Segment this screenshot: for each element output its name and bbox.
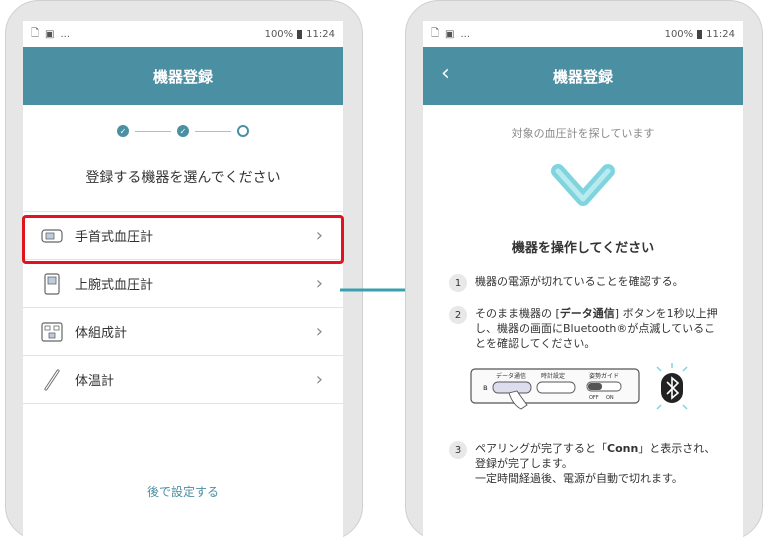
step-done-2: ✓: [177, 125, 189, 137]
device-item-thermometer[interactable]: 体温計 ›: [23, 355, 343, 404]
chevron-right-icon: ›: [315, 369, 323, 390]
step-number: 2: [449, 306, 467, 324]
bluetooth-small-icon: ʙ: [483, 383, 488, 392]
battery-percent: 100%: [664, 28, 694, 40]
left-phone-frame: 🗋 ▣ ... 100% 11:24 機器登録 ✓ ✓ 登録する機器を選んでくだ…: [5, 0, 363, 541]
select-heading: 登録する機器を選んでください: [85, 170, 281, 186]
back-arrow-icon[interactable]: ‹: [441, 61, 450, 86]
file-icon: 🗋: [431, 27, 440, 39]
right-screen: 🗋 ▣ ... 100% 11:24 ‹ 機器登録 対象の血圧計を探しています …: [423, 21, 743, 541]
device-label: 上腕式血圧計: [75, 278, 154, 293]
image-icon: ▣: [45, 28, 55, 40]
thermometer-icon: [41, 369, 63, 391]
battery-icon: [697, 29, 703, 39]
operate-heading: 機器を操作してください: [511, 241, 655, 256]
clock: 11:24: [306, 28, 335, 40]
app-logo-icon: [423, 159, 743, 213]
data-button-label: データ通信: [496, 372, 526, 380]
page-title: 機器登録: [152, 67, 213, 86]
step-number: 1: [449, 274, 467, 292]
set-later-link[interactable]: 後で設定する: [23, 483, 343, 500]
device-label: 体温計: [75, 374, 115, 389]
searching-text: 対象の血圧計を探しています: [511, 127, 655, 140]
step-text-a: そのまま機器の [: [475, 307, 560, 320]
image-icon: ▣: [445, 28, 455, 40]
bluetooth-icon: [656, 363, 688, 410]
step-text-bold: Conn: [607, 442, 639, 455]
page-title: 機器登録: [552, 67, 613, 86]
battery-icon: [297, 29, 303, 39]
upper-arm-bp-icon: [41, 272, 63, 295]
status-dots: ...: [60, 28, 71, 40]
clock: 11:24: [706, 28, 735, 40]
device-item-upper-arm[interactable]: 上腕式血圧計 ›: [23, 259, 343, 307]
device-label: 体組成計: [75, 326, 128, 341]
step-text-a: ペアリングが完了すると「: [475, 442, 607, 455]
clock-button-label: 時計設定: [541, 372, 565, 380]
app-bar: ‹ 機器登録: [423, 47, 743, 105]
step-3: 3 ペアリングが完了すると「Conn」と表示され、登録が完了します。 一定時間経…: [423, 441, 743, 486]
file-icon: 🗋: [31, 27, 40, 39]
selection-highlight: [22, 215, 344, 264]
device-item-body-composition[interactable]: 体組成計 ›: [23, 307, 343, 355]
step-text-bold: データ通信: [559, 307, 615, 320]
step-text: 機器の電源が切れていることを確認する。: [475, 275, 684, 288]
left-screen: 🗋 ▣ ... 100% 11:24 機器登録 ✓ ✓ 登録する機器を選んでくだ…: [23, 21, 343, 541]
chevron-right-icon: ›: [315, 273, 323, 294]
right-phone-frame: 🗋 ▣ ... 100% 11:24 ‹ 機器登録 対象の血圧計を探しています …: [405, 0, 763, 541]
body-composition-icon: [41, 321, 63, 343]
step-connector: [195, 130, 231, 132]
battery-percent: 100%: [264, 28, 294, 40]
step-done-1: ✓: [117, 125, 129, 137]
guide-label: 姿勢ガイド: [589, 372, 619, 380]
switch-on-label: ON: [606, 395, 614, 401]
device-illustration: データ通信 時計設定 姿勢ガイド ʙ OFF ON: [469, 361, 743, 413]
step-2: 2 そのまま機器の [データ通信] ボタンを1秒以上押し、機器の画面にBluet…: [423, 306, 743, 351]
chevron-right-icon: ›: [315, 321, 323, 342]
status-bar: 🗋 ▣ ... 100% 11:24: [423, 21, 743, 47]
app-bar: 機器登録: [23, 47, 343, 105]
step-number: 3: [449, 441, 467, 459]
step-current: [237, 125, 249, 137]
step-indicator: ✓ ✓: [23, 123, 343, 139]
status-bar: 🗋 ▣ ... 100% 11:24: [23, 21, 343, 47]
switch-off-label: OFF: [589, 395, 599, 401]
status-dots: ...: [460, 28, 471, 40]
step-text-c: 一定時間経過後、電源が自動で切れます。: [475, 472, 683, 485]
step-1: 1 機器の電源が切れていることを確認する。: [423, 274, 743, 292]
step-connector: [135, 130, 171, 132]
